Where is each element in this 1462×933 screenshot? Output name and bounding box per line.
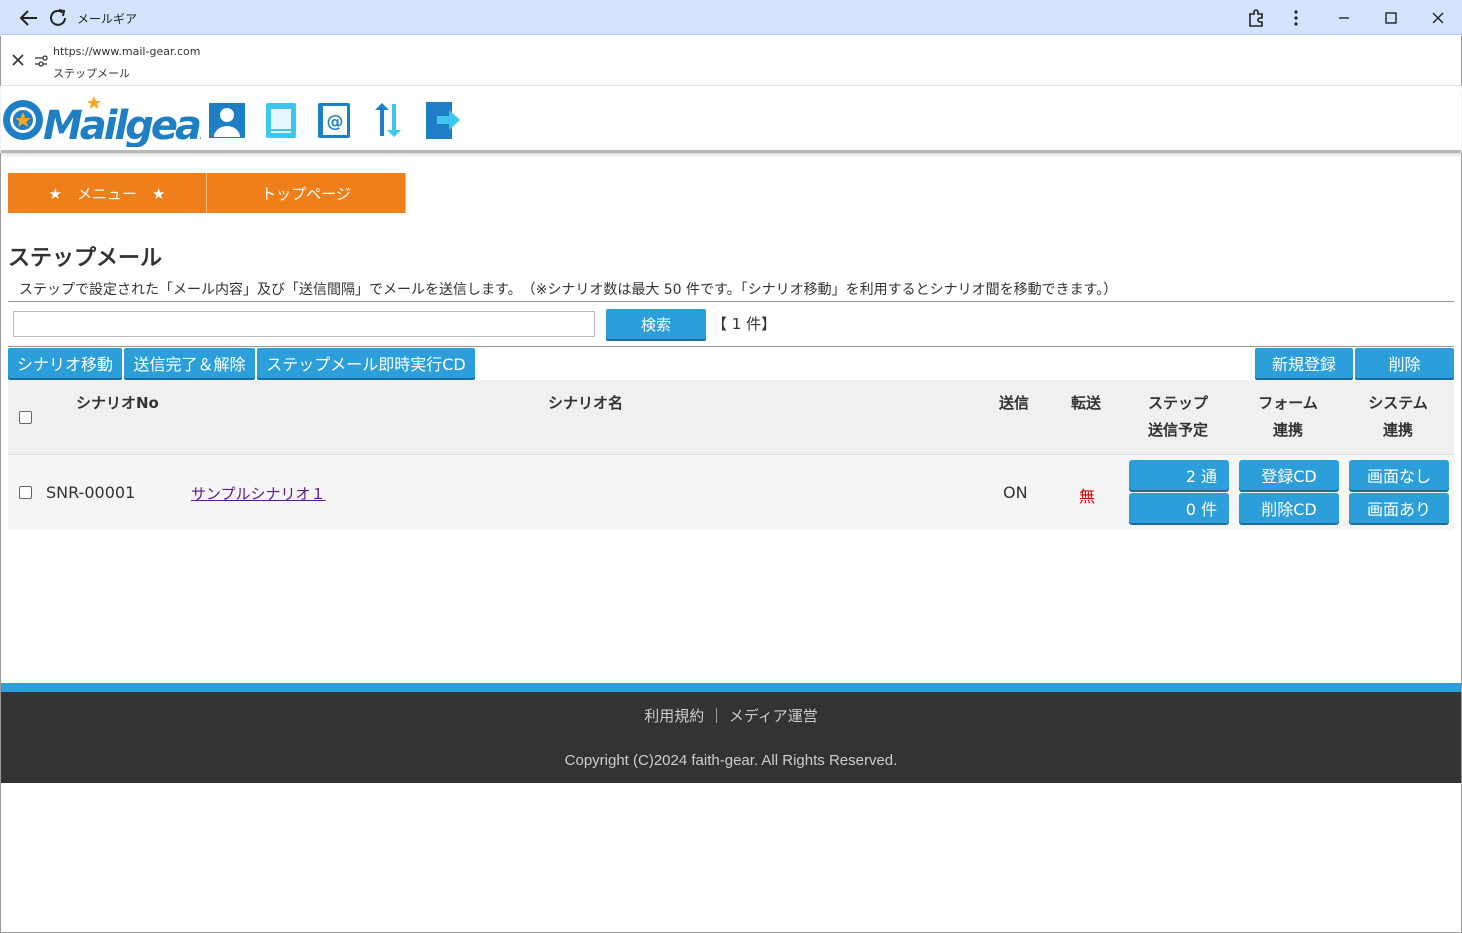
form-register-cd-button[interactable]: 登録CD [1239,460,1339,490]
window-title: メールギア [77,12,138,26]
page-description: ステップで設定された「メール内容」及び「送信間隔」でメールを送信します。 （※シ… [19,282,1118,298]
back-arrow-icon[interactable] [18,7,40,29]
footer-separator: ｜ [709,707,725,725]
search-input[interactable] [13,311,595,337]
new-register-button[interactable]: 新規登録 [1255,348,1353,378]
terms-link[interactable]: 利用規約 [644,707,704,725]
send-status: ON [1003,483,1028,502]
scenario-name-link[interactable]: サンプルシナリオ１ [191,483,326,504]
send-complete-button[interactable]: 送信完了＆解除 [124,348,255,378]
scenario-move-button[interactable]: シナリオ移動 [8,348,122,378]
header-scenario-name[interactable]: シナリオ名 [548,390,623,417]
logout-icon[interactable] [423,100,461,140]
divider [8,301,1454,302]
header-form: フォーム 連携 [1238,390,1338,444]
system-with-screen-button[interactable]: 画面あり [1349,493,1449,523]
footer-accent-line [1,683,1461,692]
header-step: ステップ 送信予定 [1128,390,1228,444]
menu-button[interactable]: ★ メニュー ★ [8,173,207,213]
close-icon[interactable] [11,53,25,67]
user-icon[interactable] [208,100,246,140]
address-book-icon[interactable]: @ [315,100,353,140]
footer: 利用規約 ｜ メディア運営 Copyright (C)2024 faith-ge… [1,692,1461,783]
content-frame [0,153,1462,933]
form-delete-cd-button[interactable]: 削除CD [1239,493,1339,523]
reload-icon[interactable] [47,7,69,29]
header-system: システム 連携 [1348,390,1448,444]
header-form-line1: フォーム [1258,394,1318,412]
header-form-line2: 連携 [1272,421,1303,439]
top-page-button[interactable]: トップページ [207,173,406,213]
mailgear-logo[interactable]: Mailgear [1,92,201,147]
minimize-icon[interactable] [1334,8,1354,28]
page-name: ステップメール [53,67,130,80]
close-window-icon[interactable] [1428,8,1448,28]
header-step-line1: ステップ [1147,394,1208,412]
logo-text: Mailgear [43,103,201,147]
browser-title-bar: メールギア [0,0,1462,35]
header-send: 送信 [999,394,1030,412]
media-link[interactable]: メディア運営 [729,707,818,725]
site-header: Mailgear @ [1,87,1461,153]
table-row: SNR-00001 サンプルシナリオ１ ON 無 2 通 0 件 登録CD 削除… [8,455,1454,530]
site-settings-icon[interactable] [33,53,49,69]
main-nav: ★ メニュー ★ トップページ [8,173,406,213]
table-header: シナリオNo シナリオ名 送信 転送 ステップ 送信予定 フォーム 連携 システ… [8,380,1454,455]
document-icon[interactable] [262,100,300,140]
result-count: 【 1 件】 [712,315,777,333]
delete-button[interactable]: 削除 [1355,348,1454,378]
instant-execute-button[interactable]: ステップメール即時実行CD [257,348,475,378]
header-step-line2: 送信予定 [1147,421,1208,439]
search-button[interactable]: 検索 [606,309,706,339]
select-all-checkbox[interactable] [19,411,32,424]
copyright: Copyright (C)2024 faith-gear. All Rights… [564,752,898,769]
step-count-button[interactable]: 2 通 [1129,460,1229,490]
maximize-icon[interactable] [1381,8,1401,28]
url-bar: https://www.mail-gear.com ステップメール [0,36,1462,86]
svg-text:@: @ [327,112,344,132]
extension-icon[interactable] [1246,8,1266,28]
header-system-line2: 連携 [1382,421,1413,439]
forward-status: 無 [1079,487,1096,506]
system-no-screen-button[interactable]: 画面なし [1349,460,1449,490]
divider [8,346,1454,347]
header-system-line1: システム [1368,394,1428,412]
row-checkbox[interactable] [19,486,32,499]
scenario-no: SNR-00001 [46,483,136,502]
page-title: ステップメール [8,246,163,271]
scheduled-count-button[interactable]: 0 件 [1129,493,1229,523]
header-forward: 転送 [1071,394,1102,412]
sync-icon[interactable] [369,100,407,140]
more-menu-icon[interactable] [1286,8,1306,28]
footer-links: 利用規約 ｜ メディア運営 [1,705,1461,726]
url-text[interactable]: https://www.mail-gear.com [53,45,200,58]
header-scenario-no[interactable]: シナリオNo [76,390,159,417]
